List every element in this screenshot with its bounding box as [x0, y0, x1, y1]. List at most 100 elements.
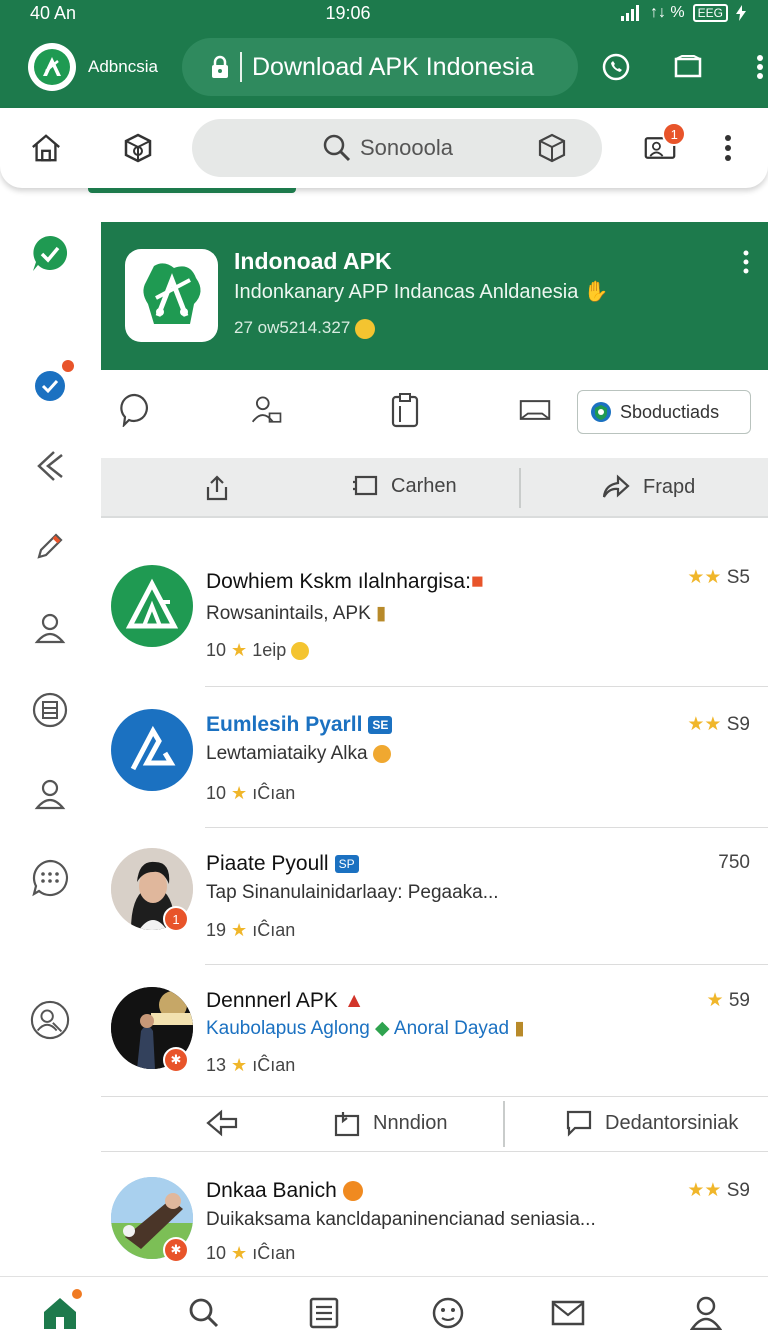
search-icon	[323, 134, 351, 162]
whatsapp-icon[interactable]	[600, 51, 632, 83]
comment-icon[interactable]	[119, 393, 151, 427]
signal-icon	[620, 5, 639, 21]
share-bar: Carhen Frapd	[101, 458, 768, 518]
clipboard-icon[interactable]	[389, 393, 421, 428]
item-tag: SP	[334, 855, 359, 874]
fire-emoji-icon	[342, 1181, 363, 1202]
item-title: Dennnerl APK ▲	[206, 989, 365, 1012]
home-icon[interactable]	[30, 132, 62, 164]
leaf-icon: ◆	[375, 1018, 390, 1039]
bottom-nav	[0, 1276, 768, 1344]
header-more-icon[interactable]	[742, 250, 750, 279]
nav-search-icon[interactable]	[184, 1293, 224, 1333]
nav-list-icon[interactable]	[304, 1293, 344, 1333]
lipstick-icon: ▲	[343, 989, 365, 1012]
nav-mail-icon[interactable]	[548, 1293, 588, 1333]
nav-home-icon[interactable]	[40, 1289, 82, 1333]
site-logo[interactable]	[28, 43, 76, 91]
list-item[interactable]: ✱ Dennnerl APK ▲ Kaubolapus Aglong ◆ Ano…	[101, 965, 768, 1096]
user-icon[interactable]	[30, 608, 70, 648]
list-item[interactable]: 1 Piaate Pyoull SP Tap Sinanulainidarlaay…	[101, 828, 768, 964]
star-icon: ★	[706, 990, 724, 1011]
collapse-icon[interactable]	[30, 446, 70, 486]
app-title: Indonoad APK	[234, 248, 392, 274]
edit-icon[interactable]	[30, 526, 70, 566]
item-meta: 19 ★ ıĈıan	[206, 920, 296, 940]
profile-icon[interactable]: 1	[644, 122, 687, 164]
profile-circle-icon[interactable]	[30, 1000, 70, 1040]
browser-more-icon[interactable]	[744, 51, 768, 83]
item-subtitle: Lewtamiataiky Alka	[206, 743, 391, 765]
forward-label: Frapd	[643, 475, 696, 498]
verified-icon[interactable]	[30, 234, 70, 274]
url-bar[interactable]: Download APK Indonesia	[182, 38, 578, 96]
url-divider	[240, 52, 242, 82]
site-name: Adbncsia	[88, 57, 158, 76]
item-rating: ★★ S9	[687, 1180, 750, 1201]
app-meta: 27 ow5214.327	[234, 318, 376, 339]
item-meta: 13 ★ ıĈıan	[206, 1055, 296, 1075]
item-subtitle: Rowsanintails, APK ▮	[206, 603, 387, 624]
status-bar: 40 An 19:06 ↑↓ % EEG	[0, 0, 768, 26]
toolbar-more-icon[interactable]	[712, 132, 744, 164]
notification-badge: 1	[662, 122, 687, 146]
download-button[interactable]: Nnndion	[333, 1109, 448, 1137]
item-rating: ★ 59	[706, 990, 750, 1011]
gift-icon: ■	[470, 570, 484, 593]
status-indicators: ↑↓ % EEG	[620, 4, 746, 22]
share-button[interactable]	[203, 474, 231, 502]
user-add-icon[interactable]	[251, 394, 283, 426]
star-icon: ★	[231, 783, 248, 803]
star-icon: ★★	[687, 714, 722, 735]
status-clock: 19:06	[325, 2, 371, 23]
emoji-icon	[355, 318, 376, 339]
nav-emoji-icon[interactable]	[428, 1293, 468, 1333]
comment-button[interactable]: Dedantorsiniak	[565, 1109, 738, 1137]
shield-icon	[591, 402, 611, 422]
status-left-text: 40 An	[30, 2, 77, 23]
item-meta: 10 ★ ıĈıan	[206, 783, 296, 803]
list-icon[interactable]	[30, 690, 70, 730]
item-title: Dowhiem Kskm ılalnhargisa:■	[206, 570, 484, 593]
forward-icon	[206, 1109, 238, 1137]
clap-icon: ✋	[583, 281, 609, 303]
apk-logo-icon	[43, 57, 61, 76]
download-box-icon	[334, 1112, 360, 1137]
account-icon[interactable]	[30, 774, 70, 814]
package-icon[interactable]	[122, 132, 154, 164]
item-title: Eumlesih Pyarll SE	[206, 713, 393, 737]
nav-profile-icon[interactable]	[686, 1293, 726, 1333]
security-badge-button[interactable]: Sboductiads	[577, 390, 751, 434]
item-subtitle: Kaubolapus Aglong ◆ Anoral Dayad ▮	[206, 1018, 525, 1039]
center-action-button[interactable]: Carhen	[351, 474, 457, 498]
forward-icon	[602, 474, 630, 498]
item-meta: 10 ★ 1eip	[206, 640, 310, 661]
tabs-icon[interactable]	[672, 51, 704, 83]
comment-label: Dedantorsiniak	[605, 1111, 739, 1134]
forward-button[interactable]	[205, 1109, 239, 1137]
task-icon[interactable]	[30, 360, 74, 406]
share-icon	[206, 475, 228, 501]
app-toolbar: Sonooola 1	[0, 108, 768, 188]
book-icon[interactable]	[519, 394, 551, 426]
chat-icon[interactable]	[30, 858, 70, 898]
list-item[interactable]: ✱ Dnkaa Banich Duikaksama kancldapaninen…	[101, 1153, 768, 1275]
app-header: Indonoad APK Indonkanary APP Indancas An…	[101, 222, 768, 370]
list-item[interactable]: Eumlesih Pyarll SE Lewtamiataiky Alka 10 …	[101, 687, 768, 827]
lock-icon	[212, 55, 228, 78]
cube-icon[interactable]	[538, 133, 566, 163]
search-bar[interactable]: Sonooola	[192, 119, 603, 177]
list-item[interactable]: Dowhiem Kskm ılalnhargisa:■ Rowsanintail…	[101, 540, 768, 686]
item-rating: 750	[718, 852, 750, 873]
star-icon: ★	[231, 1243, 248, 1263]
item-rating: ★★ S5	[687, 567, 750, 588]
item-meta: 10 ★ ıĈıan	[206, 1243, 296, 1263]
forward-button[interactable]: Frapd	[601, 474, 695, 500]
comment-icon	[566, 1110, 592, 1137]
app-avatar	[111, 565, 193, 647]
item-subtitle: Duikaksama kancldapaninencianad seniasia…	[206, 1209, 596, 1230]
arrow-logo-icon	[130, 725, 176, 771]
item-tag: SE	[368, 716, 393, 735]
nav-home-dot	[72, 1289, 82, 1299]
item-badge: ✱	[163, 1047, 189, 1073]
